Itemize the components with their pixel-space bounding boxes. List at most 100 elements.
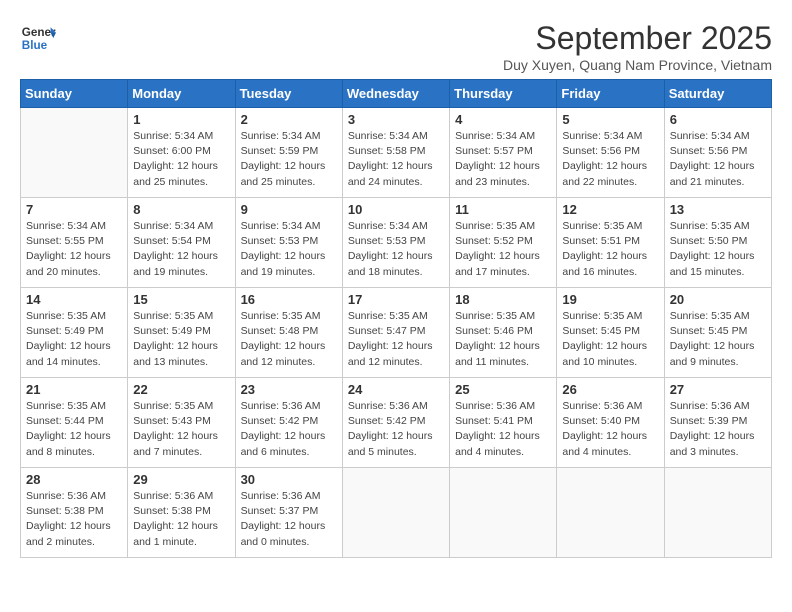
week-row-5: 28 Sunrise: 5:36 AM Sunset: 5:38 PM Dayli…	[21, 468, 772, 558]
calendar-cell: 19 Sunrise: 5:35 AM Sunset: 5:45 PM Dayli…	[557, 288, 664, 378]
calendar-cell: 18 Sunrise: 5:35 AM Sunset: 5:46 PM Dayli…	[450, 288, 557, 378]
day-number: 18	[455, 292, 551, 307]
day-number: 19	[562, 292, 658, 307]
day-info: Sunrise: 5:36 AM Sunset: 5:40 PM Dayligh…	[562, 399, 658, 460]
calendar-cell: 28Sunrise: 5:36 AM Sunset: 5:38 PM Dayli…	[21, 468, 128, 558]
calendar-cell: 24 Sunrise: 5:36 AM Sunset: 5:42 PM Dayli…	[342, 378, 449, 468]
day-info: Sunrise: 5:35 AM Sunset: 5:51 PM Dayligh…	[562, 219, 658, 280]
week-row-3: 14 Sunrise: 5:35 AM Sunset: 5:49 PM Dayli…	[21, 288, 772, 378]
day-number: 1	[133, 112, 229, 127]
calendar-cell: 3 Sunrise: 5:34 AM Sunset: 5:58 PM Daylig…	[342, 108, 449, 198]
day-number: 17	[348, 292, 444, 307]
day-number: 26	[562, 382, 658, 397]
day-header-monday: Monday	[128, 80, 235, 108]
calendar-cell: 5 Sunrise: 5:34 AM Sunset: 5:56 PM Daylig…	[557, 108, 664, 198]
logo: General Blue	[20, 20, 56, 56]
calendar-cell: 14Sunrise: 5:35 AM Sunset: 5:49 PM Dayli…	[21, 288, 128, 378]
day-info: Sunrise: 5:34 AM Sunset: 5:53 PM Dayligh…	[241, 219, 337, 280]
day-info: Sunrise: 5:36 AM Sunset: 5:37 PM Dayligh…	[241, 489, 337, 550]
calendar-cell	[342, 468, 449, 558]
calendar-cell: 2 Sunrise: 5:34 AM Sunset: 5:59 PM Daylig…	[235, 108, 342, 198]
week-row-4: 21 Sunrise: 5:35 AM Sunset: 5:44 PM Dayli…	[21, 378, 772, 468]
week-row-1: 1 Sunrise: 5:34 AM Sunset: 6:00 PM Daylig…	[21, 108, 772, 198]
calendar-cell: 10Sunrise: 5:34 AM Sunset: 5:53 PM Dayli…	[342, 198, 449, 288]
day-info: Sunrise: 5:35 AM Sunset: 5:45 PM Dayligh…	[562, 309, 658, 370]
day-header-sunday: Sunday	[21, 80, 128, 108]
day-number: 30	[241, 472, 337, 487]
day-number: 6	[670, 112, 766, 127]
calendar-cell	[557, 468, 664, 558]
calendar-cell: 26 Sunrise: 5:36 AM Sunset: 5:40 PM Dayli…	[557, 378, 664, 468]
day-number: 14	[26, 292, 122, 307]
day-number: 11	[455, 202, 551, 217]
day-info: Sunrise: 5:35 AM Sunset: 5:43 PM Dayligh…	[133, 399, 229, 460]
day-info: Sunrise: 5:35 AM Sunset: 5:44 PM Dayligh…	[26, 399, 122, 460]
day-number: 7	[26, 202, 122, 217]
day-info: Sunrise: 5:34 AM Sunset: 5:59 PM Dayligh…	[241, 129, 337, 190]
day-info: Sunrise: 5:34 AM Sunset: 5:54 PM Dayligh…	[133, 219, 229, 280]
day-number: 16	[241, 292, 337, 307]
day-header-friday: Friday	[557, 80, 664, 108]
day-info: Sunrise: 5:34 AM Sunset: 6:00 PM Dayligh…	[133, 129, 229, 190]
calendar-cell	[664, 468, 771, 558]
calendar-table: SundayMondayTuesdayWednesdayThursdayFrid…	[20, 79, 772, 558]
day-number: 8	[133, 202, 229, 217]
calendar-cell: 13 Sunrise: 5:35 AM Sunset: 5:50 PM Dayli…	[664, 198, 771, 288]
calendar-cell: 9 Sunrise: 5:34 AM Sunset: 5:53 PM Daylig…	[235, 198, 342, 288]
calendar-cell: 17 Sunrise: 5:35 AM Sunset: 5:47 PM Dayli…	[342, 288, 449, 378]
day-number: 3	[348, 112, 444, 127]
calendar-cell	[21, 108, 128, 198]
day-number: 5	[562, 112, 658, 127]
day-info: Sunrise: 5:34 AM Sunset: 5:56 PM Dayligh…	[562, 129, 658, 190]
calendar-cell: 1 Sunrise: 5:34 AM Sunset: 6:00 PM Daylig…	[128, 108, 235, 198]
day-info: Sunrise: 5:36 AM Sunset: 5:42 PM Dayligh…	[348, 399, 444, 460]
day-info: Sunrise: 5:35 AM Sunset: 5:46 PM Dayligh…	[455, 309, 551, 370]
day-info: Sunrise: 5:35 AM Sunset: 5:52 PM Dayligh…	[455, 219, 551, 280]
day-header-row: SundayMondayTuesdayWednesdayThursdayFrid…	[21, 80, 772, 108]
day-info: Sunrise: 5:35 AM Sunset: 5:45 PM Dayligh…	[670, 309, 766, 370]
day-info: Sunrise: 5:35 AM Sunset: 5:47 PM Dayligh…	[348, 309, 444, 370]
calendar-cell: 23Sunrise: 5:36 AM Sunset: 5:42 PM Dayli…	[235, 378, 342, 468]
calendar-cell: 30 Sunrise: 5:36 AM Sunset: 5:37 PM Dayli…	[235, 468, 342, 558]
day-info: Sunrise: 5:36 AM Sunset: 5:38 PM Dayligh…	[133, 489, 229, 550]
day-number: 22	[133, 382, 229, 397]
day-number: 27	[670, 382, 766, 397]
day-number: 9	[241, 202, 337, 217]
day-number: 24	[348, 382, 444, 397]
calendar-cell: 20 Sunrise: 5:35 AM Sunset: 5:45 PM Dayli…	[664, 288, 771, 378]
day-info: Sunrise: 5:34 AM Sunset: 5:58 PM Dayligh…	[348, 129, 444, 190]
calendar-cell: 25 Sunrise: 5:36 AM Sunset: 5:41 PM Dayli…	[450, 378, 557, 468]
day-info: Sunrise: 5:36 AM Sunset: 5:41 PM Dayligh…	[455, 399, 551, 460]
day-number: 25	[455, 382, 551, 397]
svg-text:Blue: Blue	[22, 39, 48, 52]
logo-icon: General Blue	[20, 20, 56, 56]
calendar-cell: 7Sunrise: 5:34 AM Sunset: 5:55 PM Daylig…	[21, 198, 128, 288]
day-info: Sunrise: 5:35 AM Sunset: 5:50 PM Dayligh…	[670, 219, 766, 280]
day-number: 21	[26, 382, 122, 397]
day-header-saturday: Saturday	[664, 80, 771, 108]
day-number: 13	[670, 202, 766, 217]
calendar-cell	[450, 468, 557, 558]
day-number: 15	[133, 292, 229, 307]
calendar-cell: 11 Sunrise: 5:35 AM Sunset: 5:52 PM Dayli…	[450, 198, 557, 288]
calendar-cell: 4Sunrise: 5:34 AM Sunset: 5:57 PM Daylig…	[450, 108, 557, 198]
day-info: Sunrise: 5:34 AM Sunset: 5:53 PM Dayligh…	[348, 219, 444, 280]
day-info: Sunrise: 5:35 AM Sunset: 5:49 PM Dayligh…	[133, 309, 229, 370]
calendar-cell: 27 Sunrise: 5:36 AM Sunset: 5:39 PM Dayli…	[664, 378, 771, 468]
week-row-2: 7Sunrise: 5:34 AM Sunset: 5:55 PM Daylig…	[21, 198, 772, 288]
day-number: 28	[26, 472, 122, 487]
day-number: 12	[562, 202, 658, 217]
day-number: 29	[133, 472, 229, 487]
day-number: 23	[241, 382, 337, 397]
title-block: September 2025 Duy Xuyen, Quang Nam Prov…	[503, 20, 772, 73]
day-info: Sunrise: 5:35 AM Sunset: 5:48 PM Dayligh…	[241, 309, 337, 370]
day-info: Sunrise: 5:34 AM Sunset: 5:56 PM Dayligh…	[670, 129, 766, 190]
day-info: Sunrise: 5:36 AM Sunset: 5:39 PM Dayligh…	[670, 399, 766, 460]
page-header: General Blue September 2025 Duy Xuyen, Q…	[20, 20, 772, 73]
day-number: 20	[670, 292, 766, 307]
calendar-cell: 8 Sunrise: 5:34 AM Sunset: 5:54 PM Daylig…	[128, 198, 235, 288]
day-header-thursday: Thursday	[450, 80, 557, 108]
day-number: 2	[241, 112, 337, 127]
day-header-wednesday: Wednesday	[342, 80, 449, 108]
day-header-tuesday: Tuesday	[235, 80, 342, 108]
